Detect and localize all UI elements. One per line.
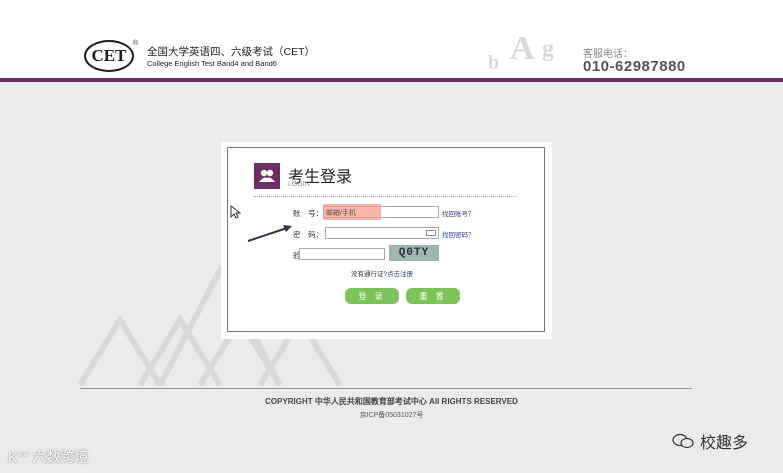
user-group-icon (254, 163, 280, 189)
find-account-link[interactable]: 找回账号？ (442, 208, 475, 218)
account-placeholder: 邮箱/手机 (326, 210, 356, 217)
find-password-link[interactable]: 找回密码？ (442, 229, 475, 239)
register-link[interactable]: 点击注册 (387, 271, 413, 278)
header-decoration: A g b (488, 30, 554, 74)
site-title-cn: 全国大学英语四、六级考试（CET） (147, 46, 315, 58)
login-button[interactable]: 登 录 (345, 288, 399, 304)
account-label: 账 号： (293, 209, 323, 218)
captcha-image[interactable]: Q0TY (389, 245, 439, 261)
registered-mark: ® (133, 40, 139, 47)
login-subtitle: LOGIN (288, 181, 310, 188)
arrow-icon (247, 225, 292, 242)
watermark-left: K°° 六数跨境 (8, 449, 89, 465)
icp-text: 京ICP备05031027号 (359, 412, 424, 419)
password-input[interactable] (325, 227, 439, 239)
copyright-text: COPYRIGHT 中华人民共和国教育部考试中心 All RIGHTS RESE… (265, 397, 518, 406)
cursor-icon (230, 205, 242, 219)
password-label: 密 码： (293, 230, 323, 239)
title-divider (254, 196, 516, 197)
watermark-right: 校趣多 (672, 429, 748, 453)
header-rule (0, 78, 783, 82)
cet-logo[interactable]: CET (84, 40, 134, 72)
register-line: 没有通行证?点击注册 (351, 268, 413, 278)
reset-button[interactable]: 重 置 (406, 288, 460, 304)
hotline-number: 010-62987880 (583, 58, 686, 75)
no-pass-text: 没有通行证? (351, 271, 388, 278)
site-title-en: College English Test Band4 and Band6 (147, 59, 277, 68)
footer-rule (80, 388, 692, 389)
wechat-icon (672, 433, 694, 449)
watermark-right-text: 校趣多 (700, 435, 749, 452)
captcha-input[interactable] (299, 248, 385, 260)
keyboard-icon[interactable] (426, 230, 436, 236)
